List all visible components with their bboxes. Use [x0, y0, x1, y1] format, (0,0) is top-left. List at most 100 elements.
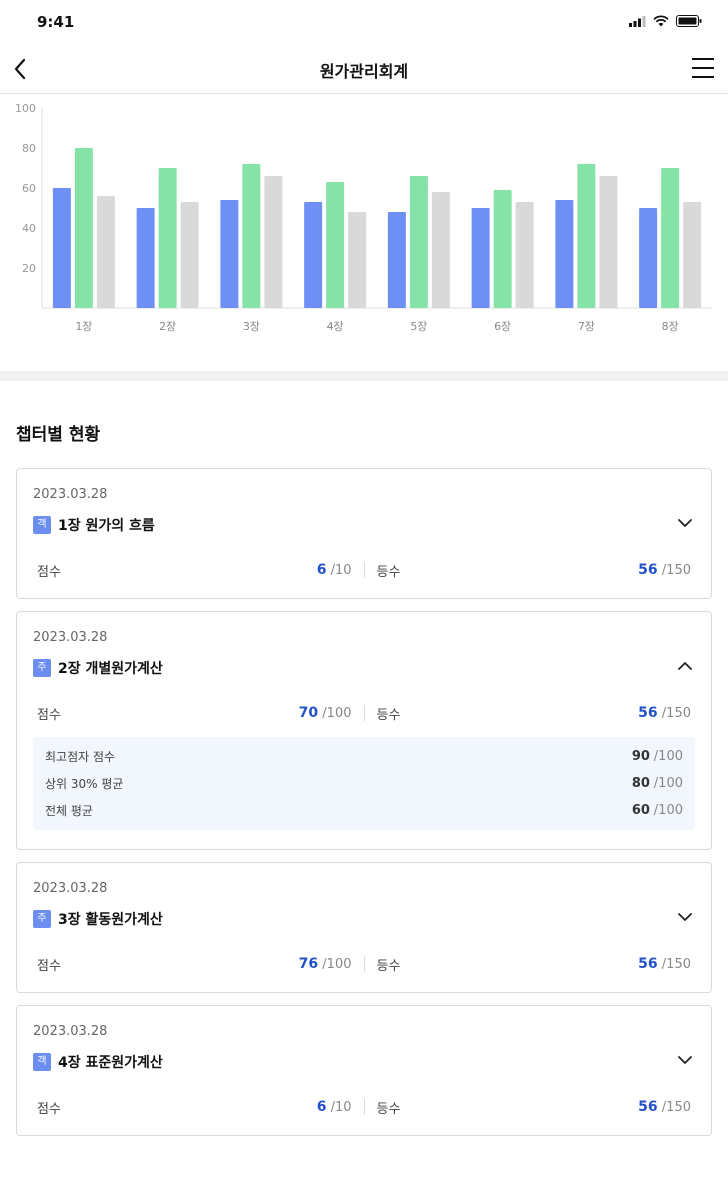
score-group: 점수 70 /100: [33, 704, 356, 723]
x-tick-label: 4장: [327, 320, 344, 333]
card-title-row: 객 1장 원가의 흐름: [33, 515, 695, 535]
bar: [471, 208, 490, 308]
score-group: 점수 6 /10: [33, 561, 356, 580]
chevron-down-icon[interactable]: [677, 1052, 693, 1068]
stat-row: 전체 평균 60 /100: [45, 797, 683, 824]
stat-total: /100: [653, 749, 683, 764]
bar: [639, 208, 658, 308]
chevron-up-icon[interactable]: [677, 658, 693, 674]
card-date: 2023.03.28: [33, 1024, 108, 1039]
score-label: 점수: [37, 564, 61, 580]
card-date: 2023.03.28: [33, 487, 108, 502]
page-title: 원가관리회계: [319, 62, 409, 81]
chapter-card[interactable]: 2023.03.28 객 1장 원가의 흐름 점수 6 /10 등수 56 /1…: [16, 468, 712, 599]
score-group: 점수 6 /10: [33, 1098, 356, 1117]
bar: [220, 200, 239, 308]
score-stats-panel: 최고점자 점수 90 /100 상위 30% 평균 80 /100 전체 평균 …: [33, 737, 695, 830]
chevron-down-icon[interactable]: [677, 515, 693, 531]
bar: [96, 196, 115, 308]
bar: [264, 176, 283, 308]
score-value: 6: [316, 562, 327, 578]
x-tick-label: 7장: [578, 320, 595, 333]
score-value: 70: [298, 705, 319, 721]
rank-value: 56: [638, 705, 658, 721]
y-tick-label: 60: [22, 182, 36, 195]
bar: [683, 202, 702, 308]
question-type-badge: 주: [33, 659, 51, 677]
stat-row: 상위 30% 평균 80 /100: [45, 770, 683, 797]
score-total: /10: [330, 1100, 352, 1115]
question-type-badge: 주: [33, 910, 51, 928]
stat-value: 90: [631, 749, 650, 764]
rank-total: /150: [661, 957, 691, 972]
rank-total: /150: [661, 1100, 691, 1115]
bar: [74, 148, 93, 308]
score-label: 점수: [37, 1101, 61, 1117]
bar: [387, 212, 406, 308]
rank-label: 등수: [376, 958, 401, 974]
rank-label: 등수: [376, 564, 401, 580]
section-title: 챕터별 현황: [16, 425, 101, 445]
score-value: 6: [316, 1099, 327, 1115]
stat-value: 80: [631, 776, 650, 791]
card-title-row: 주 2장 개별원가계산: [33, 658, 695, 678]
y-tick-label: 20: [22, 262, 36, 275]
chapter-card[interactable]: 2023.03.28 주 3장 활동원가계산 점수 76 /100 등수 56 …: [16, 862, 712, 993]
rank-group: 등수 56 /150: [373, 1098, 696, 1117]
stat-label: 전체 평균: [45, 804, 93, 818]
bar: [555, 200, 574, 308]
question-type-badge: 객: [33, 1053, 51, 1071]
rank-total: /150: [661, 563, 691, 578]
score-row: 점수 76 /100 등수 56 /150: [33, 952, 695, 976]
bar: [304, 202, 323, 308]
score-value: 76: [298, 956, 319, 972]
bar: [515, 202, 534, 308]
rank-value: 56: [638, 1099, 658, 1115]
score-label: 점수: [37, 707, 61, 723]
card-title: 3장 활동원가계산: [58, 912, 163, 928]
bar: [52, 188, 71, 308]
bar: [348, 212, 367, 308]
score-divider: [363, 562, 365, 578]
stat-row: 최고점자 점수 90 /100: [45, 743, 683, 770]
bar: [409, 176, 428, 308]
card-title-row: 객 4장 표준원가계산: [33, 1052, 695, 1072]
hamburger-menu-icon[interactable]: [690, 55, 716, 81]
score-divider: [363, 1099, 365, 1115]
bar: [493, 190, 512, 308]
x-tick-label: 3장: [243, 320, 260, 333]
rank-value: 56: [638, 956, 658, 972]
rank-total: /150: [661, 706, 691, 721]
y-tick-label: 100: [15, 102, 36, 115]
status-bar: 9:41: [0, 0, 728, 44]
question-type-badge: 객: [33, 516, 51, 534]
status-time: 9:41: [37, 13, 75, 31]
rank-group: 등수 56 /150: [373, 955, 696, 974]
chapter-card-list: 2023.03.28 객 1장 원가의 흐름 점수 6 /10 등수 56 /1…: [16, 468, 712, 1148]
x-tick-label: 2장: [159, 320, 176, 333]
chapter-card[interactable]: 2023.03.28 주 2장 개별원가계산 점수 70 /100 등수 56 …: [16, 611, 712, 850]
score-divider: [363, 956, 365, 972]
card-title: 1장 원가의 흐름: [58, 518, 155, 534]
chapter-card[interactable]: 2023.03.28 객 4장 표준원가계산 점수 6 /10 등수 56 /1…: [16, 1005, 712, 1136]
score-row: 점수 6 /10 등수 56 /150: [33, 558, 695, 582]
stat-label: 최고점자 점수: [45, 750, 116, 764]
stat-value: 60: [631, 803, 650, 818]
bar: [326, 182, 345, 308]
score-row: 점수 6 /10 등수 56 /150: [33, 1095, 695, 1119]
score-total: /100: [322, 706, 352, 721]
rank-group: 등수 56 /150: [373, 704, 696, 723]
bar: [242, 164, 261, 308]
rank-label: 등수: [376, 707, 401, 723]
bar: [158, 168, 177, 308]
card-title-row: 주 3장 활동원가계산: [33, 909, 695, 929]
chevron-down-icon[interactable]: [677, 909, 693, 925]
bar: [136, 208, 155, 308]
bar: [431, 192, 450, 308]
rank-value: 56: [638, 562, 658, 578]
bar: [599, 176, 618, 308]
score-total: /10: [330, 563, 352, 578]
card-title: 2장 개별원가계산: [58, 661, 163, 677]
y-tick-label: 80: [22, 142, 36, 155]
card-date: 2023.03.28: [33, 630, 108, 645]
